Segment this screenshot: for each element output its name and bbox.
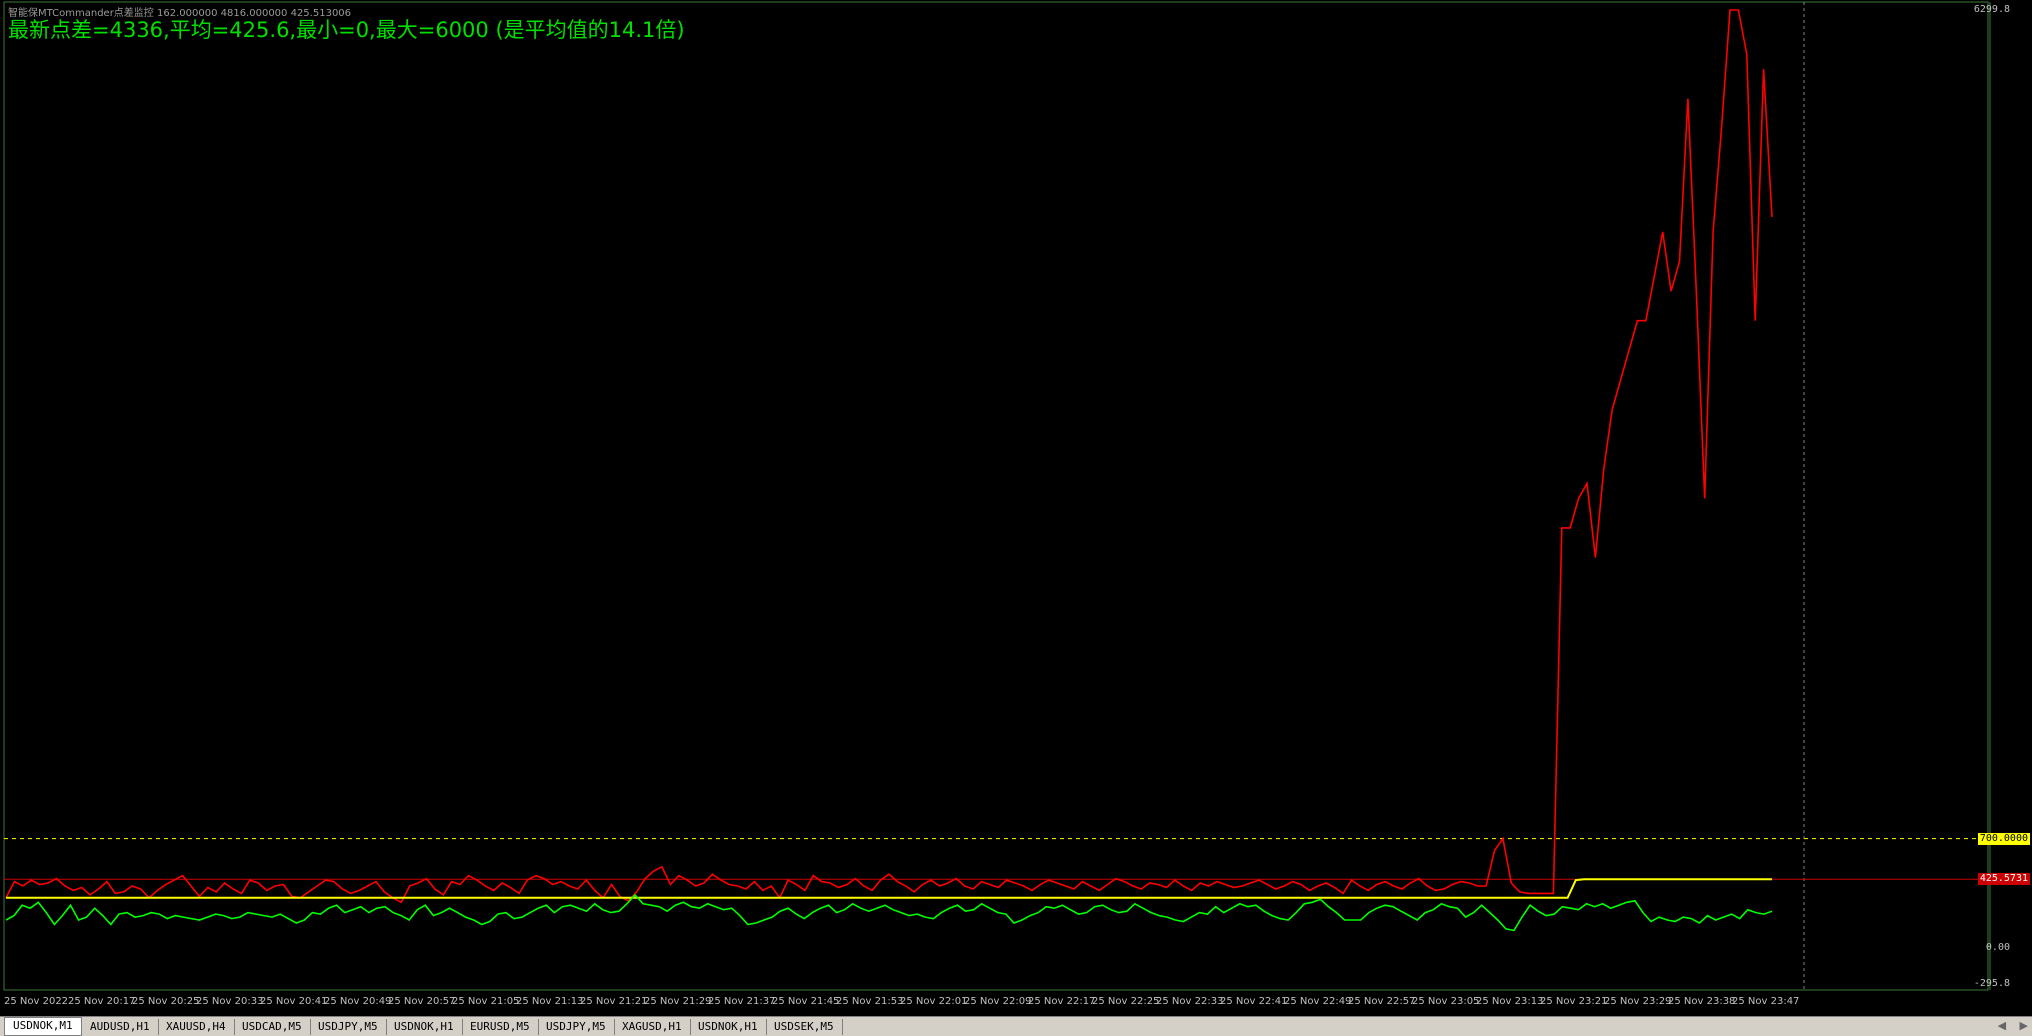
price-axis-negative: -295.8 (1973, 978, 2010, 989)
time-axis-label: 25 Nov 22:01 (900, 996, 968, 1007)
price-axis-top: 6299.8 (1973, 4, 2010, 15)
series-line-0 (5, 9, 1773, 904)
time-axis-label: 25 Nov 23:38 (1668, 996, 1736, 1007)
time-axis-label: 25 Nov 20:49 (324, 996, 392, 1007)
spread-headline: 最新点差=4336,平均=425.6,最小=0,最大=6000 (是平均值的14… (8, 18, 685, 42)
scroll-left-icon[interactable]: ◀ (1998, 1019, 2006, 1032)
time-axis-label: 25 Nov 23:47 (1732, 996, 1800, 1007)
time-axis-label: 25 Nov 22:49 (1284, 996, 1352, 1007)
time-axis-label: 25 Nov 22:41 (1220, 996, 1288, 1007)
time-axis-label: 25 Nov 22:33 (1156, 996, 1224, 1007)
time-axis-label: 25 Nov 23:05 (1412, 996, 1480, 1007)
chart-tab[interactable]: USDNOK,H1 (690, 1019, 767, 1035)
time-axis-label: 25 Nov 21:29 (644, 996, 712, 1007)
level-average-tag: 425.5731 (1977, 873, 2030, 886)
time-axis-label: 25 Nov 21:53 (836, 996, 904, 1007)
series-group (5, 9, 1773, 932)
chart-area[interactable]: 智能保MTCommander点差监控 162.000000 4816.00000… (0, 0, 2032, 1016)
chart-tab[interactable]: XAUUSD,H4 (158, 1019, 235, 1035)
time-axis-label: 25 Nov 22:09 (964, 996, 1032, 1007)
time-axis-label: 25 Nov 20:17 (68, 996, 136, 1007)
time-axis-label: 25 Nov 22:25 (1092, 996, 1160, 1007)
chart-tab[interactable]: USDJPY,M5 (310, 1019, 387, 1035)
chart-tab[interactable]: USDNOK,M1 (4, 1017, 82, 1036)
time-axis-label: 25 Nov 21:13 (516, 996, 584, 1007)
chart-tab[interactable]: XAGUSD,H1 (614, 1019, 691, 1035)
time-axis-label: 25 Nov 23:29 (1604, 996, 1672, 1007)
time-axis-label: 25 Nov 22:57 (1348, 996, 1416, 1007)
time-axis-label: 25 Nov 23:21 (1540, 996, 1608, 1007)
time-axis-label: 25 Nov 20:57 (388, 996, 456, 1007)
spread-chart (3, 1, 1991, 991)
chart-tab[interactable]: USDCAD,M5 (234, 1019, 311, 1035)
time-axis-label: 25 Nov 20:33 (196, 996, 264, 1007)
time-axis-label: 25 Nov 20:41 (260, 996, 328, 1007)
time-axis-label: 25 Nov 21:21 (580, 996, 648, 1007)
level-700-tag: 700.0000 (1977, 832, 2030, 845)
time-axis-label: 25 Nov 21:05 (452, 996, 520, 1007)
chart-tab[interactable]: USDJPY,M5 (538, 1019, 615, 1035)
chart-tab[interactable]: EURUSD,M5 (462, 1019, 539, 1035)
time-axis-label: 25 Nov 2022 (4, 996, 69, 1007)
chart-tab-bar: USDNOK,M1 AUDUSD,H1 XAUUSD,H4 USDCAD,M5 USDJ… (0, 1016, 2032, 1036)
time-axis-label: 25 Nov 23:13 (1476, 996, 1544, 1007)
price-axis-zero: 0.00 (1985, 942, 2010, 953)
scroll-right-icon[interactable]: ▶ (2020, 1019, 2028, 1032)
time-axis-label: 25 Nov 22:17 (1028, 996, 1096, 1007)
chart-tab[interactable]: USDSEK,M5 (766, 1019, 843, 1035)
chart-tab[interactable]: USDNOK,H1 (386, 1019, 463, 1035)
time-axis-label: 25 Nov 21:45 (772, 996, 840, 1007)
tab-scroll-arrows: ◀ ▶ (1988, 1019, 2028, 1032)
series-line-2 (5, 893, 1773, 932)
time-axis-label: 25 Nov 21:37 (708, 996, 776, 1007)
chart-tab[interactable]: AUDUSD,H1 (82, 1019, 159, 1035)
time-axis-label: 25 Nov 20:25 (132, 996, 200, 1007)
